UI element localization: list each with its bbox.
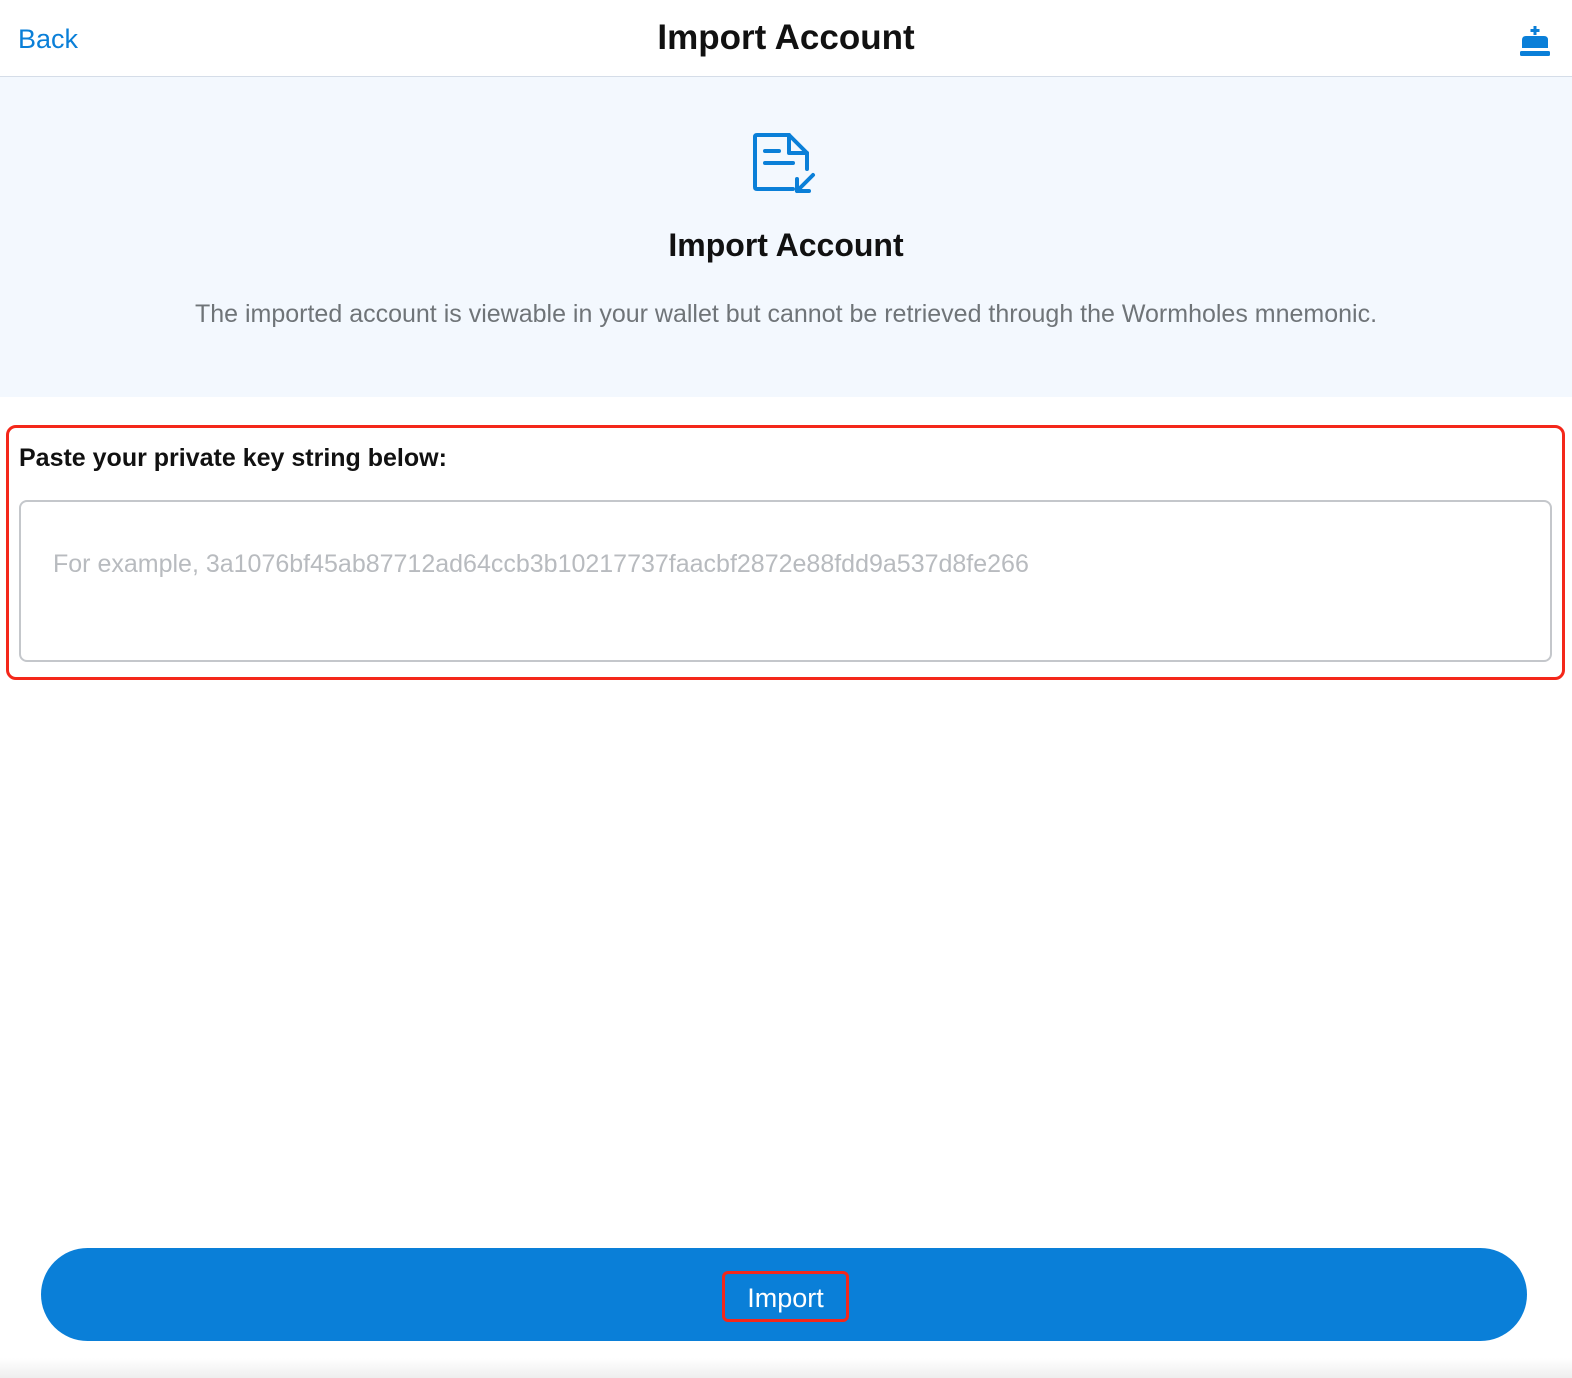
- import-button[interactable]: Import: [41, 1248, 1527, 1341]
- private-key-label: Paste your private key string below:: [19, 444, 447, 472]
- bottom-edge: [0, 1358, 1572, 1378]
- import-label-highlight: Import: [722, 1271, 849, 1322]
- import-button-label: Import: [747, 1283, 824, 1313]
- document-import-icon: [751, 131, 817, 197]
- intro-panel: Import Account The imported account is v…: [0, 77, 1572, 397]
- account-add-icon[interactable]: [1518, 26, 1552, 60]
- intro-description: The imported account is viewable in your…: [194, 300, 1378, 328]
- private-key-input[interactable]: [19, 500, 1552, 662]
- intro-title: Import Account: [668, 227, 904, 263]
- page-title: Import Account: [657, 18, 915, 57]
- top-navigation-bar: Back Import Account: [0, 0, 1572, 77]
- private-key-section: Paste your private key string below:: [6, 425, 1565, 680]
